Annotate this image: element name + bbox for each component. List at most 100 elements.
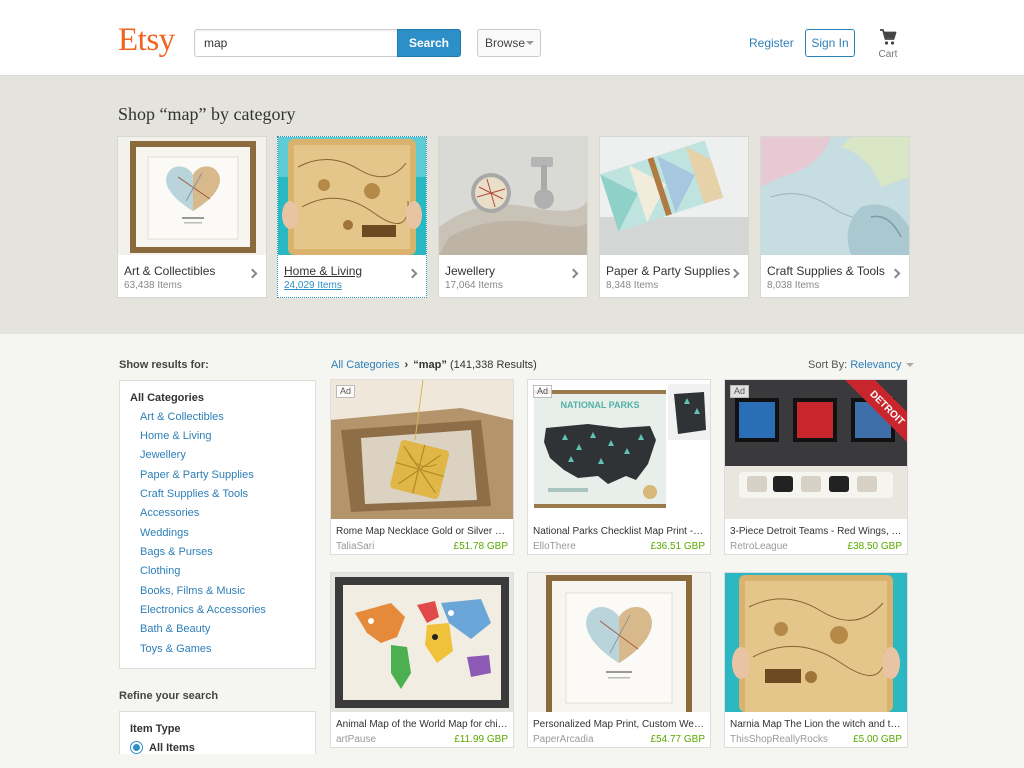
category-card-paper-party[interactable]: Paper & Party Supplies 8,348 Items [599, 136, 749, 298]
search-input[interactable] [194, 29, 398, 57]
cart-label: Cart [878, 49, 898, 60]
listing-image [725, 573, 907, 712]
chevron-right-icon [890, 268, 901, 279]
listing-price: £38.50 GBP [847, 541, 902, 552]
breadcrumb-separator: › [404, 359, 409, 371]
sidebar-item-home-living[interactable]: Home & Living [140, 430, 212, 442]
listing-price: £54.77 GBP [650, 734, 705, 745]
sidebar-item-weddings[interactable]: Weddings [140, 527, 189, 539]
listing-card[interactable]: NATIONAL PARKS Ad National Parks Checkli… [527, 379, 711, 555]
ad-badge: Ad [336, 385, 356, 398]
sidebar-item-toys-games[interactable]: Toys & Games [140, 643, 212, 655]
category-image [761, 137, 909, 255]
listing-title[interactable]: 3-Piece Detroit Teams - Red Wings, Tiger… [730, 526, 902, 537]
sidebar-item-jewellery[interactable]: Jewellery [140, 449, 186, 461]
chevron-right-icon [568, 268, 579, 279]
listing-image: NATIONAL PARKS [528, 380, 710, 519]
listing-shop[interactable]: ElloThere [533, 541, 576, 552]
sign-in-button[interactable]: Sign In [805, 29, 855, 57]
category-card-home-living[interactable]: Home & Living 24,029 Items [277, 136, 427, 298]
listing-image [528, 573, 710, 712]
chevron-down-icon [526, 41, 534, 45]
listing-shop[interactable]: ThisShopReallyRocks [730, 734, 828, 745]
sidebar-item-books-films-music[interactable]: Books, Films & Music [140, 585, 245, 597]
category-name: Art & Collectibles [124, 264, 216, 278]
breadcrumb: All Categories › “map” (141,338 Results) [331, 359, 537, 371]
category-card-art-collectibles[interactable]: Art & Collectibles 63,438 Items [117, 136, 267, 298]
ad-badge: Ad [533, 385, 553, 398]
listing-card[interactable]: Personalized Map Print, Custom Wedding G… [527, 572, 711, 748]
category-image [118, 137, 266, 255]
sidebar-item-art-collectibles[interactable]: Art & Collectibles [140, 411, 224, 423]
category-card-craft-supplies[interactable]: Craft Supplies & Tools 8,038 Items [760, 136, 910, 298]
listing-image [331, 380, 513, 519]
category-count: 8,038 Items [767, 280, 820, 291]
listing-price: £11.99 GBP [454, 734, 508, 745]
category-band: Shop “map” by category Art & Collectible… [0, 76, 1024, 334]
category-count: 24,029 Items [284, 280, 342, 291]
chevron-right-icon [407, 268, 418, 279]
category-count: 8,348 Items [606, 280, 659, 291]
listing-title[interactable]: Personalized Map Print, Custom Wedding G… [533, 719, 705, 730]
breadcrumb-all-categories[interactable]: All Categories [331, 359, 399, 371]
show-results-heading: Show results for: [119, 359, 209, 371]
category-card-jewellery[interactable]: Jewellery 17,064 Items [438, 136, 588, 298]
site-header: Etsy Search Browse Register Sign In Cart [0, 0, 1024, 76]
listing-card[interactable]: Ad Rome Map Necklace Gold or Silver - Ro… [330, 379, 514, 555]
listing-title[interactable]: Rome Map Necklace Gold or Silver - Road … [336, 526, 508, 537]
etsy-logo[interactable]: Etsy [118, 24, 175, 57]
all-categories-label[interactable]: All Categories [130, 392, 204, 404]
listing-shop[interactable]: TaliaSari [336, 541, 374, 552]
cart-button[interactable]: Cart [874, 28, 902, 64]
sidebar-item-accessories[interactable]: Accessories [140, 507, 199, 519]
sort-by-value[interactable]: Relevancy [850, 359, 901, 371]
category-count: 17,064 Items [445, 280, 503, 291]
listing-image [331, 573, 513, 712]
all-items-radio[interactable] [130, 741, 143, 754]
category-image [439, 137, 587, 255]
ad-badge: Ad [730, 385, 750, 398]
page-bottom-strip [0, 754, 1024, 768]
sidebar-item-bags-purses[interactable]: Bags & Purses [140, 546, 213, 558]
refine-search-heading: Refine your search [119, 690, 219, 702]
all-items-label[interactable]: All Items [149, 742, 195, 754]
listing-image: DETROIT [725, 380, 907, 519]
listing-title[interactable]: Narnia Map The Lion the witch and the wa… [730, 719, 902, 730]
result-count: (141,338 Results) [449, 359, 537, 371]
listing-price: £5.00 GBP [853, 734, 902, 745]
category-image [600, 137, 748, 255]
listing-card[interactable]: DETROIT Ad 3-Piece Detroit Teams - Red W… [724, 379, 908, 555]
category-name: Craft Supplies & Tools [767, 264, 885, 278]
cart-icon [880, 29, 897, 45]
sidebar-item-electronics[interactable]: Electronics & Accessories [140, 604, 266, 616]
listing-price: £51.78 GBP [453, 541, 508, 552]
sort-by-label: Sort By: [808, 359, 848, 371]
sidebar-item-paper-party[interactable]: Paper & Party Supplies [140, 469, 254, 481]
sidebar-item-bath-beauty[interactable]: Bath & Beauty [140, 623, 210, 635]
category-name: Jewellery [445, 264, 496, 278]
national-parks-heading: NATIONAL PARKS [560, 400, 639, 410]
listing-card[interactable]: Narnia Map The Lion the witch and the wa… [724, 572, 908, 748]
listing-shop[interactable]: PaperArcadia [533, 734, 594, 745]
browse-label: Browse [485, 36, 526, 50]
category-name: Home & Living [284, 264, 363, 278]
category-filter-list: All Categories Art & Collectibles Home &… [119, 380, 316, 669]
category-band-title: Shop “map” by category [118, 104, 296, 124]
browse-dropdown[interactable]: Browse [477, 29, 541, 57]
register-link[interactable]: Register [749, 36, 794, 50]
chevron-right-icon [247, 268, 258, 279]
sort-by-control[interactable]: Sort By: Relevancy [808, 359, 914, 371]
search-button[interactable]: Search [397, 29, 461, 57]
listing-price: £36.51 GBP [650, 541, 705, 552]
item-type-label: Item Type [130, 723, 181, 735]
sidebar-item-clothing[interactable]: Clothing [140, 565, 180, 577]
listing-title[interactable]: National Parks Checklist Map Print - Tra… [533, 526, 705, 537]
listing-shop[interactable]: artPause [336, 734, 376, 745]
chevron-down-icon [905, 363, 914, 368]
listing-title[interactable]: Animal Map of the World Map for children [336, 719, 508, 730]
listing-shop[interactable]: RetroLeague [730, 541, 788, 552]
chevron-right-icon [729, 268, 740, 279]
sidebar-item-craft-supplies[interactable]: Craft Supplies & Tools [140, 488, 248, 500]
category-count: 63,438 Items [124, 280, 182, 291]
listing-card[interactable]: Animal Map of the World Map for children… [330, 572, 514, 748]
